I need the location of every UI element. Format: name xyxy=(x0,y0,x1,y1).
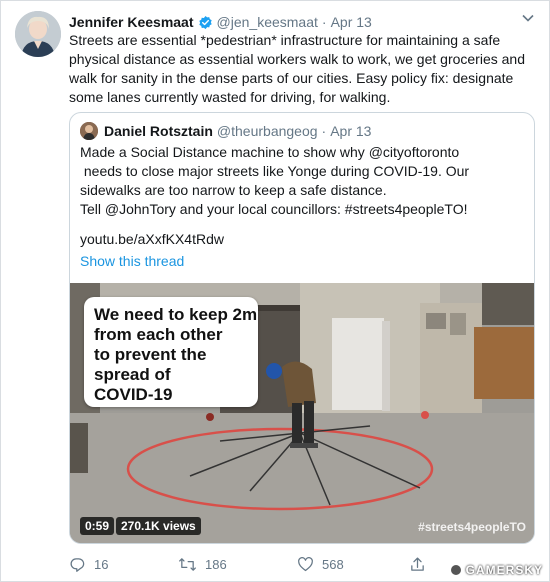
tweet-card: Jennifer Keesmaat @jen_keesmaat · Apr 13… xyxy=(0,0,550,582)
video-views: 270.1K views xyxy=(116,517,201,535)
show-thread-link[interactable]: Show this thread xyxy=(80,253,184,269)
caption-line: We need to keep 2m xyxy=(94,305,258,324)
watermark: GAMERSKY xyxy=(448,563,543,577)
avatar[interactable] xyxy=(15,11,61,57)
chevron-down-icon[interactable] xyxy=(521,11,535,25)
caption-line: spread of xyxy=(94,365,171,384)
quoted-author-handle: @theurbangeog xyxy=(216,123,318,139)
quoted-tweet-text: Made a Social Distance machine to show w… xyxy=(80,143,525,219)
separator-dot: · xyxy=(321,14,327,30)
reply-button[interactable]: 16 xyxy=(69,554,178,574)
like-icon xyxy=(298,556,313,571)
tweet-text: Streets are essential *pedestrian* infra… xyxy=(69,32,525,105)
caption-line: to prevent the xyxy=(94,345,207,364)
video-hashtag-overlay: #streets4peopleTO xyxy=(418,520,526,534)
retweet-button[interactable]: 186 xyxy=(178,554,297,574)
youtube-link[interactable]: youtu.be/aXxfKX4tRdw xyxy=(80,231,224,247)
reply-count: 16 xyxy=(94,556,109,572)
caption-line: COVID-19 xyxy=(94,385,173,404)
caption-line: from each other xyxy=(94,325,223,344)
verified-badge-icon xyxy=(198,15,213,30)
retweet-icon xyxy=(179,557,196,571)
reply-icon xyxy=(70,557,85,572)
like-count: 568 xyxy=(322,556,344,572)
share-icon xyxy=(411,556,424,571)
quoted-author-name: Daniel Rotsztain xyxy=(104,123,213,139)
quoted-tweet-header: Daniel Rotsztain @theurbangeog · Apr 13 xyxy=(80,121,371,141)
video-caption-bubble: We need to keep 2m from each other to pr… xyxy=(84,297,258,407)
watermark-logo-icon xyxy=(448,563,463,577)
quoted-tweet-date: Apr 13 xyxy=(330,123,372,139)
quoted-avatar xyxy=(80,122,98,140)
quoted-line: sidewalks are too narrow to keep a safe … xyxy=(80,182,387,198)
tweet-header: Jennifer Keesmaat @jen_keesmaat · Apr 13 xyxy=(69,12,529,32)
share-button[interactable] xyxy=(409,554,439,574)
video-player[interactable]: We need to keep 2m from each other to pr… xyxy=(70,283,534,543)
quoted-line: needs to close major streets like Yonge … xyxy=(80,163,470,179)
quoted-line: Tell @JohnTory and your local councillor… xyxy=(80,201,468,217)
quoted-tweet[interactable]: Daniel Rotsztain @theurbangeog · Apr 13 … xyxy=(69,112,535,544)
video-duration: 0:59 xyxy=(80,517,115,535)
watermark-text: GAMERSKY xyxy=(465,563,543,577)
retweet-count: 186 xyxy=(205,556,227,572)
separator-dot: · xyxy=(321,123,327,139)
quoted-line: Made a Social Distance machine to show w… xyxy=(80,144,460,160)
author-handle[interactable]: @jen_keesmaat xyxy=(217,14,318,30)
like-button[interactable]: 568 xyxy=(297,554,409,574)
tweet-date[interactable]: Apr 13 xyxy=(331,14,372,30)
author-name[interactable]: Jennifer Keesmaat xyxy=(69,14,194,30)
